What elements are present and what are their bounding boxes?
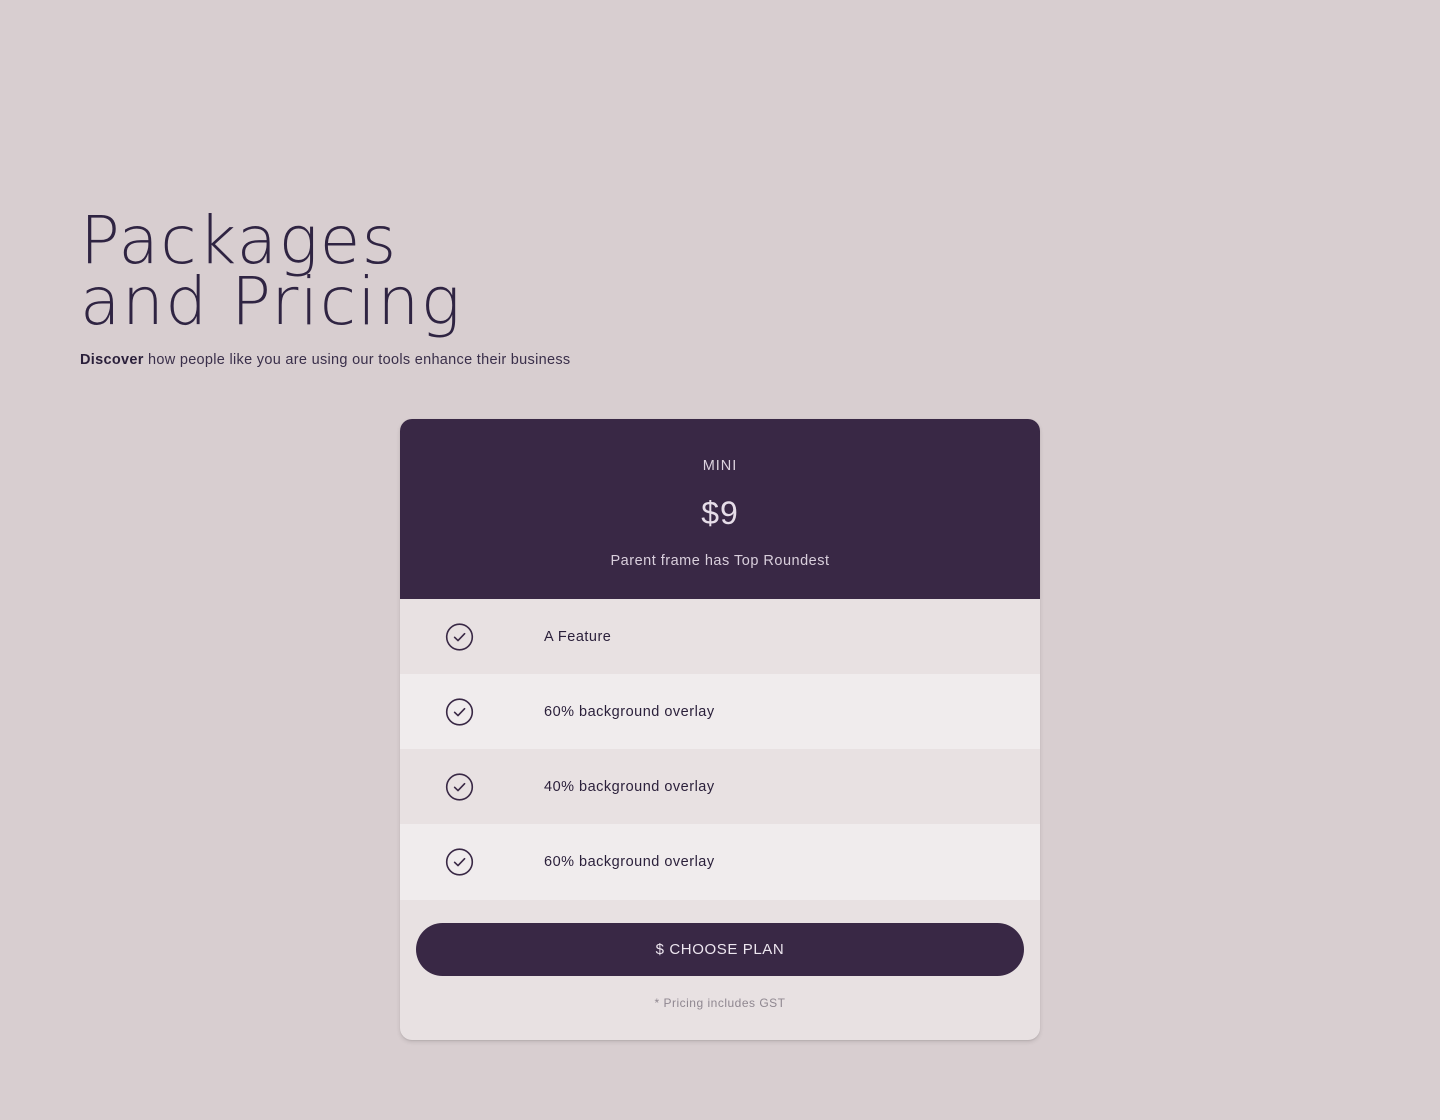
check-circle-icon (445, 697, 474, 726)
check-circle-icon (445, 848, 474, 877)
page-subtitle-text: how people like you are using our tools … (143, 352, 571, 368)
hero-section: Packages and Pricing Discover how people… (80, 202, 880, 369)
feature-label: A Feature (544, 628, 612, 645)
feature-item: 60% background overlay (400, 674, 1040, 749)
page-title-line-2: and Pricing (80, 263, 462, 340)
page-subtitle: Discover how people like you are using o… (80, 352, 880, 368)
choose-plan-button[interactable]: $ CHOOSE PLAN (416, 923, 1024, 976)
plan-price: $9 (701, 495, 739, 531)
cta-container: $ CHOOSE PLAN (416, 923, 1024, 976)
page-title: Packages and Pricing (80, 202, 880, 340)
pricing-card-header: MINI $9 Parent frame has Top Roundest (400, 419, 1040, 599)
page-title-line-1: Packages (80, 202, 398, 279)
plan-description: Parent frame has Top Roundest (610, 553, 830, 569)
feature-item: A Feature (400, 599, 1040, 674)
feature-label: 60% background overlay (544, 854, 715, 870)
plan-name: MINI (702, 458, 738, 474)
pricing-card: MINI $9 Parent frame has Top Roundest A … (400, 419, 1040, 1040)
feature-item: 40% background overlay (400, 749, 1040, 824)
feature-label: 60% background overlay (544, 703, 715, 720)
feature-item: 60% background overlay (400, 824, 1040, 900)
check-circle-icon (445, 772, 474, 801)
feature-label: 40% background overlay (544, 778, 715, 795)
check-circle-icon (445, 622, 474, 651)
pricing-footnote: * Pricing includes GST (654, 996, 786, 1010)
page-subtitle-emphasis: Discover (80, 352, 144, 368)
feature-list: A Feature 60% background overlay 40% bac… (400, 599, 1040, 900)
